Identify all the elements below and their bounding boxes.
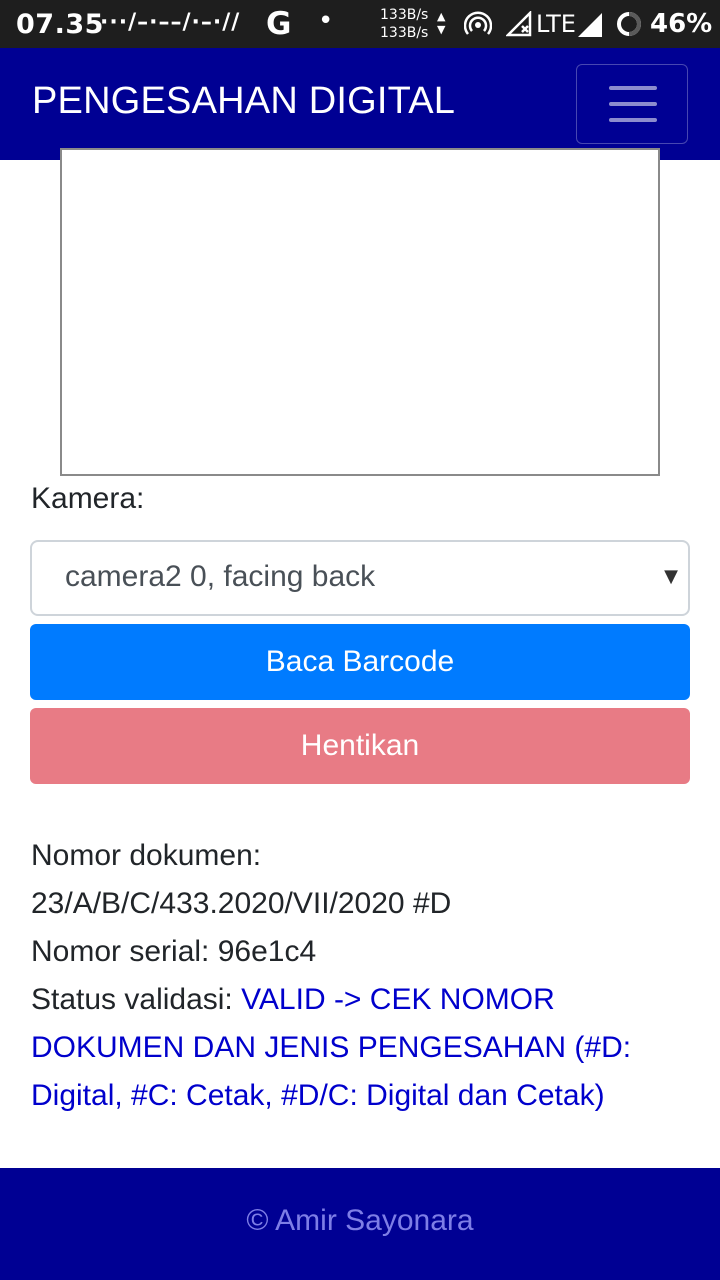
- doc-number-value: 23/A/B/C/433.2020/VII/2020 #D: [31, 887, 452, 920]
- network-speed-up: 133B/s: [380, 7, 429, 23]
- status-label: Status validasi:: [31, 983, 233, 1016]
- navbar: PENGESAHAN DIGITAL: [0, 48, 720, 160]
- validation-result: Nomor dokumen: 23/A/B/C/433.2020/VII/202…: [31, 832, 671, 1120]
- hamburger-icon: [609, 102, 657, 106]
- camera-label: Kamera:: [31, 482, 145, 515]
- chevron-down-icon: ▼: [664, 566, 678, 587]
- signal-no-data-icon: [506, 11, 532, 37]
- signal-icon: [578, 13, 602, 37]
- network-speed: 133B/s 133B/s: [380, 6, 428, 42]
- status-time: 07.35: [16, 9, 104, 40]
- serial-line: Nomor serial: 96e1c4: [31, 928, 671, 976]
- data-arrows-icon: ▲ ▼: [437, 10, 446, 36]
- status-line: Status validasi: VALID -> CEK NOMOR DOKU…: [31, 976, 671, 1120]
- notification-dot-icon: •: [318, 6, 334, 36]
- hamburger-icon: [609, 86, 657, 90]
- stop-button[interactable]: Hentikan: [30, 708, 690, 784]
- battery-icon: [617, 12, 641, 36]
- network-speed-down: 133B/s: [380, 25, 429, 41]
- battery-percent: 46%: [650, 9, 713, 39]
- camera-select[interactable]: camera2 0, facing back ▼: [30, 540, 690, 616]
- hamburger-icon: [609, 118, 657, 122]
- footer: © Amir Sayonara: [0, 1168, 720, 1280]
- hotspot-icon: [464, 11, 492, 35]
- google-icon: G: [266, 6, 292, 42]
- serial-value: 96e1c4: [217, 935, 317, 968]
- doc-number-label: Nomor dokumen:: [31, 839, 262, 872]
- network-type: LTE: [536, 10, 576, 38]
- status-bar: 07.35 ···/–·––/·–·// G • 133B/s 133B/s ▲…: [0, 0, 720, 48]
- read-barcode-button[interactable]: Baca Barcode: [30, 624, 690, 700]
- camera-preview: [60, 148, 660, 476]
- footer-copyright: © Amir Sayonara: [246, 1204, 474, 1237]
- menu-toggle-button[interactable]: [576, 64, 688, 144]
- serial-label: Nomor serial:: [31, 935, 210, 968]
- notification-icons: ···/–·––/·–·//: [100, 10, 241, 35]
- camera-select-value: camera2 0, facing back: [65, 560, 376, 593]
- navbar-brand[interactable]: PENGESAHAN DIGITAL: [32, 80, 455, 123]
